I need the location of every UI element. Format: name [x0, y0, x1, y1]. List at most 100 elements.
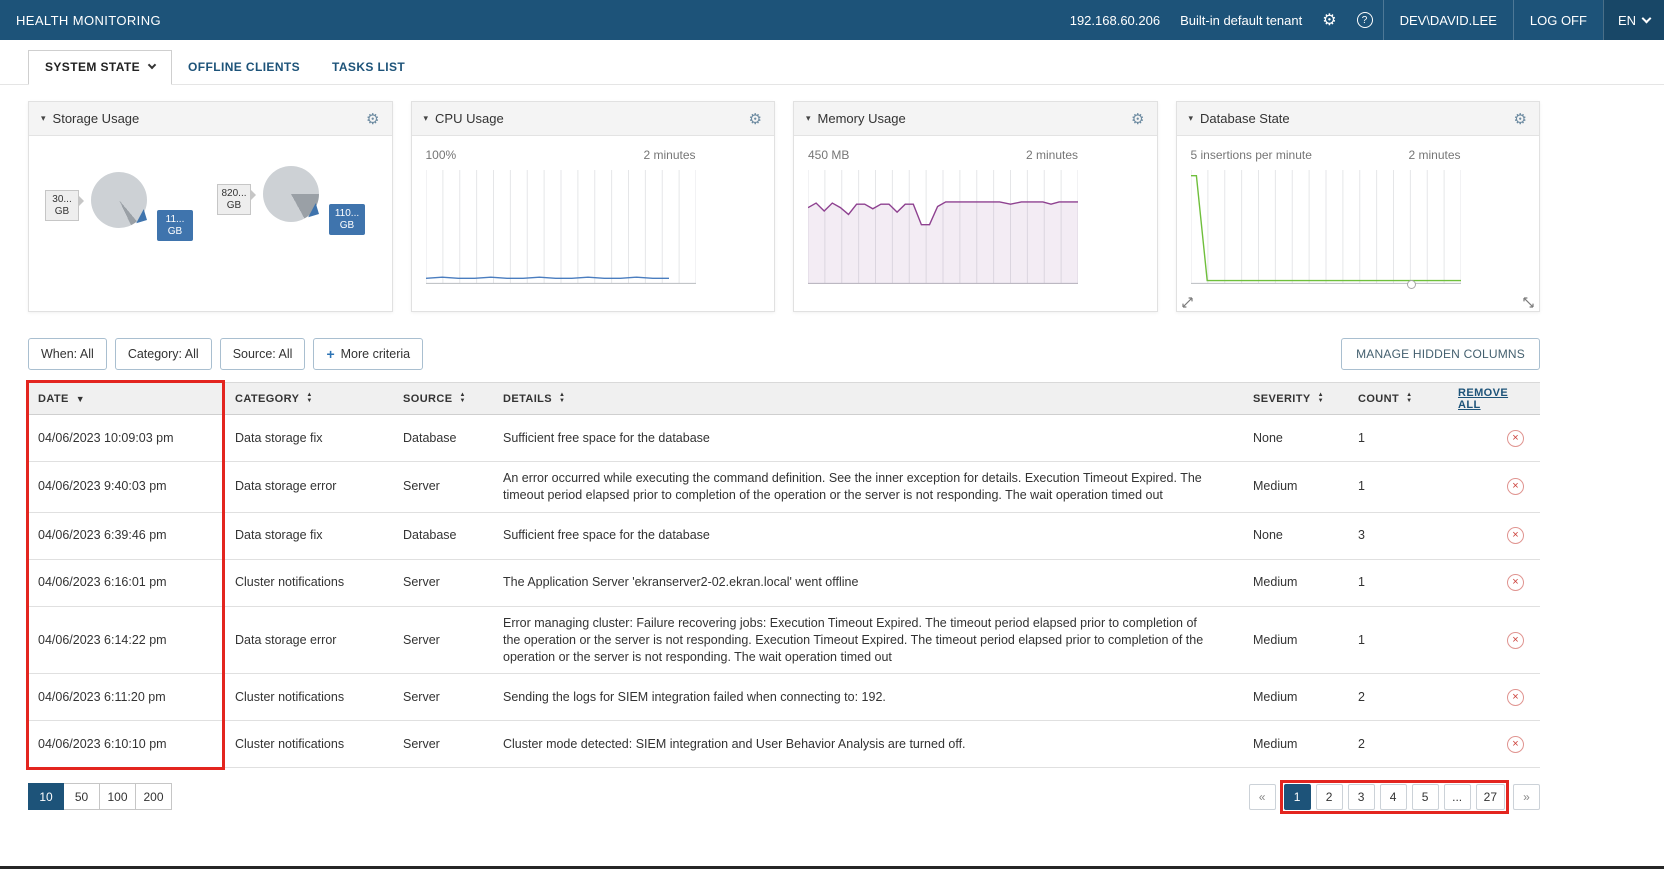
filter-when[interactable]: When: All: [28, 338, 107, 370]
column-header-severity[interactable]: SEVERITY▲▼: [1243, 383, 1348, 414]
cell-severity: Medium: [1243, 470, 1348, 503]
widget-settings-gear-icon[interactable]: ⚙: [1514, 110, 1527, 128]
label-line: GB: [158, 226, 192, 238]
column-header-category[interactable]: CATEGORY▲▼: [225, 383, 393, 414]
widget-settings-gear-icon[interactable]: ⚙: [749, 110, 762, 128]
widget-settings-gear-icon[interactable]: ⚙: [366, 110, 379, 128]
app-title: HEALTH MONITORING: [0, 0, 161, 40]
widget-collapse-toggle[interactable]: ▾ CPU Usage: [424, 111, 504, 126]
remove-row-button[interactable]: ×: [1507, 574, 1524, 591]
filter-bar: When: All Category: All Source: All+More c…: [28, 338, 1540, 370]
remove-row-button[interactable]: ×: [1507, 430, 1524, 447]
database-state-chart: 5 insertions per minute 2 minutes: [1177, 136, 1540, 312]
page-size-group: 1050100200: [28, 783, 172, 810]
tab-bar: SYSTEM STATEOFFLINE CLIENTS TASKS LIST: [0, 50, 1664, 85]
resize-handle-bottom-right-icon[interactable]: [1523, 297, 1534, 308]
page-size-100[interactable]: 100: [100, 783, 136, 810]
help-icon[interactable]: ?: [1347, 0, 1383, 40]
pagination-page-2[interactable]: 2: [1316, 784, 1343, 810]
cell-remove: ×: [1448, 681, 1540, 714]
cell-severity: Medium: [1243, 624, 1348, 657]
resize-handle-bottom-left-icon[interactable]: [1182, 297, 1193, 308]
label-line: 11...: [158, 214, 192, 226]
page-size-50[interactable]: 50: [64, 783, 100, 810]
remove-row-button[interactable]: ×: [1507, 632, 1524, 649]
chart-labels: 100% 2 minutes: [426, 148, 696, 162]
tab-system-state[interactable]: SYSTEM STATE: [28, 50, 172, 85]
table-body: 04/06/2023 10:09:03 pmData storage fixDa…: [28, 415, 1540, 768]
pagination: « 12345...27 »: [1249, 784, 1540, 810]
column-header-date[interactable]: DATE▼: [28, 383, 225, 414]
cell-severity: Medium: [1243, 681, 1348, 714]
filter-source[interactable]: Source: All: [220, 338, 306, 370]
column-header-source[interactable]: SOURCE▲▼: [393, 383, 493, 414]
cell-details: Sufficient free space for the database: [493, 422, 1243, 455]
y-max-label: 5 insertions per minute: [1191, 148, 1312, 162]
remove-all-link[interactable]: REMOVE ALL: [1458, 387, 1530, 411]
filter-category[interactable]: Category: All: [115, 338, 212, 370]
cell-category: Data storage error: [225, 624, 393, 657]
tenant-name[interactable]: Built-in default tenant: [1170, 0, 1312, 40]
language-selector[interactable]: EN: [1603, 0, 1664, 40]
storage-usage-chart: 30... GB 11... GB 820... GB: [29, 136, 392, 312]
database-line-chart: [1191, 170, 1461, 284]
widget-collapse-toggle[interactable]: ▾ Memory Usage: [806, 111, 906, 126]
filter-label: Category: All: [128, 347, 199, 361]
remove-row-button[interactable]: ×: [1507, 527, 1524, 544]
widget-header: ▾ Memory Usage ⚙: [794, 102, 1157, 136]
cell-category: Data storage fix: [225, 519, 393, 552]
label-line: 110...: [330, 208, 364, 220]
chart-labels: 450 MB 2 minutes: [808, 148, 1078, 162]
pagination-page-1[interactable]: 1: [1284, 784, 1311, 810]
label-line: GB: [219, 200, 249, 212]
pagination-prev-button[interactable]: «: [1249, 784, 1276, 810]
pagination-page-3[interactable]: 3: [1348, 784, 1375, 810]
table-row: 04/06/2023 6:39:46 pmData storage fixDat…: [28, 513, 1540, 560]
chevron-down-icon: [1642, 13, 1652, 23]
cell-remove: ×: [1448, 624, 1540, 657]
column-label: SOURCE: [403, 393, 452, 405]
pagination-next-button[interactable]: »: [1513, 784, 1540, 810]
widget-collapse-toggle[interactable]: ▾ Storage Usage: [41, 111, 139, 126]
label-line: 820...: [219, 188, 249, 200]
widget-memory-usage: ▾ Memory Usage ⚙ 450 MB 2 minutes: [793, 101, 1158, 312]
widget-title: Memory Usage: [818, 111, 906, 126]
pagination-page-27[interactable]: 27: [1476, 784, 1505, 810]
cell-category: Data storage error: [225, 470, 393, 503]
column-header-count[interactable]: COUNT▲▼: [1348, 383, 1448, 414]
collapse-triangle-icon: ▾: [1189, 113, 1194, 124]
collapse-triangle-icon: ▾: [41, 113, 46, 124]
cell-source: Server: [393, 566, 493, 599]
tab-tasks-list[interactable]: TASKS LIST: [316, 50, 421, 84]
tab-label: TASKS LIST: [332, 60, 405, 74]
remove-row-button[interactable]: ×: [1507, 736, 1524, 753]
remove-row-button[interactable]: ×: [1507, 689, 1524, 706]
page-size-200[interactable]: 200: [136, 783, 172, 810]
chart-point-marker[interactable]: [1407, 280, 1416, 289]
page-size-10[interactable]: 10: [28, 783, 64, 810]
log-off-button[interactable]: LOG OFF: [1513, 0, 1603, 40]
settings-gear-icon[interactable]: ⚙: [1312, 0, 1346, 40]
cell-date: 04/06/2023 9:40:03 pm: [28, 470, 225, 503]
cell-count: 1: [1348, 470, 1448, 503]
chart-labels: 5 insertions per minute 2 minutes: [1191, 148, 1461, 162]
storage-pie-group: 30... GB 11... GB: [45, 172, 213, 276]
sort-down-arrow: ▼: [306, 399, 312, 404]
widget-header: ▾ CPU Usage ⚙: [412, 102, 775, 136]
cell-severity: Medium: [1243, 566, 1348, 599]
table-row: 04/06/2023 6:10:10 pmCluster notificatio…: [28, 721, 1540, 768]
disk-total-label: 30... GB: [45, 190, 79, 221]
pagination-page-4[interactable]: 4: [1380, 784, 1407, 810]
current-user[interactable]: DEV\DAVID.LEE: [1383, 0, 1513, 40]
manage-hidden-columns-button[interactable]: MANAGE HIDDEN COLUMNS: [1341, 338, 1540, 370]
widget-settings-gear-icon[interactable]: ⚙: [1131, 110, 1144, 128]
tab-offline-clients[interactable]: OFFLINE CLIENTS: [172, 50, 316, 84]
remove-row-button[interactable]: ×: [1507, 478, 1524, 495]
widget-collapse-toggle[interactable]: ▾ Database State: [1189, 111, 1290, 126]
column-header-details[interactable]: DETAILS▲▼: [493, 383, 1243, 414]
pagination-page-5[interactable]: 5: [1412, 784, 1439, 810]
filter-more-criteria[interactable]: +More criteria: [313, 338, 423, 370]
label-pointer-icon: [79, 196, 89, 206]
cell-category: Cluster notifications: [225, 728, 393, 761]
table-row: 04/06/2023 6:14:22 pmData storage errorS…: [28, 607, 1540, 675]
